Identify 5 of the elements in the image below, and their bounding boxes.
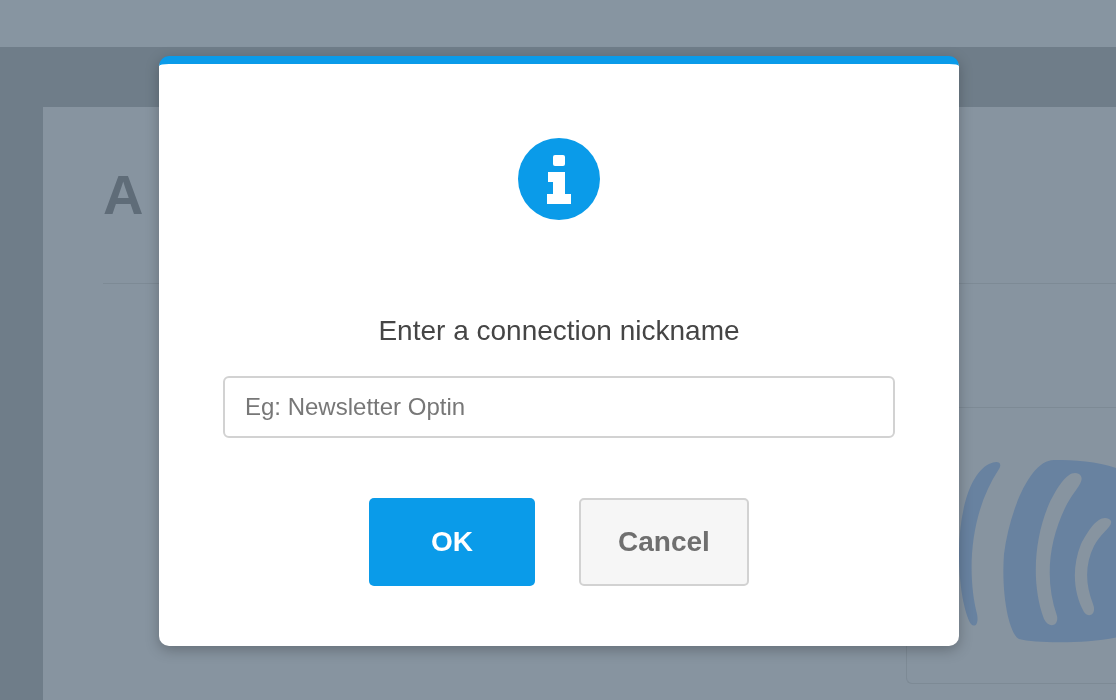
info-icon: [518, 138, 600, 220]
cancel-button[interactable]: Cancel: [579, 498, 749, 586]
nickname-field[interactable]: Eg: Newsletter Optin: [223, 376, 895, 438]
ok-button[interactable]: OK: [369, 498, 535, 586]
dialog-title: Enter a connection nickname: [378, 314, 740, 348]
